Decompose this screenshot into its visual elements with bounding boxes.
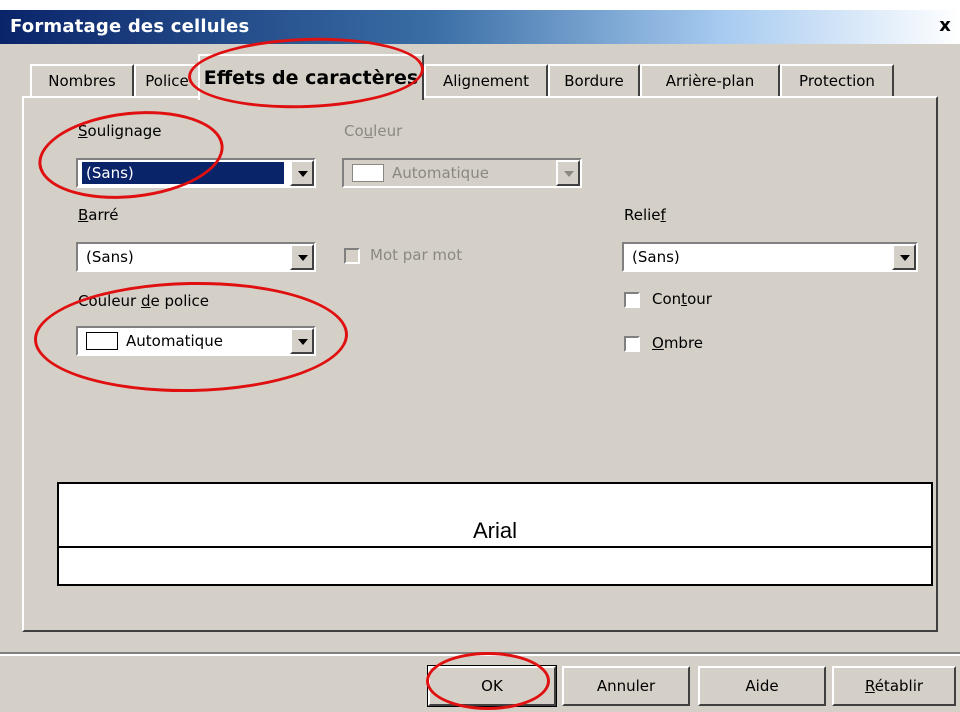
font-color-select[interactable]: Automatique bbox=[76, 326, 316, 356]
underline-select[interactable]: (Sans) bbox=[76, 158, 316, 188]
underline-dropdown-button[interactable] bbox=[290, 160, 314, 186]
outline-label: Contour bbox=[652, 290, 712, 308]
underline-color-select[interactable]: Automatique bbox=[342, 158, 582, 188]
title-bar: Formatage des cellules x bbox=[0, 0, 960, 44]
help-button[interactable]: Aide bbox=[698, 666, 826, 706]
chevron-down-icon bbox=[564, 171, 574, 177]
relief-dropdown-button[interactable] bbox=[892, 244, 916, 270]
chevron-down-icon bbox=[298, 171, 308, 177]
word-by-word-checkbox[interactable] bbox=[344, 248, 360, 264]
shadow-checkbox[interactable] bbox=[624, 336, 640, 352]
tab-nombres[interactable]: Nombres bbox=[30, 64, 134, 97]
font-color-dropdown-button[interactable] bbox=[290, 328, 314, 354]
font-color-label: Couleur de police bbox=[78, 292, 210, 310]
tab-bordure[interactable]: Bordure bbox=[548, 64, 640, 97]
preview-text: Arial bbox=[470, 518, 519, 543]
underline-color-value: Automatique bbox=[392, 164, 489, 182]
outline-checkbox[interactable] bbox=[624, 292, 640, 308]
color-swatch bbox=[86, 332, 118, 350]
underline-select-value: (Sans) bbox=[81, 161, 285, 185]
window-title: Formatage des cellules bbox=[10, 16, 250, 37]
strikethrough-select[interactable]: (Sans) bbox=[76, 242, 316, 272]
underline-color-dropdown-button[interactable] bbox=[556, 160, 580, 186]
underline-color-label: Couleur bbox=[344, 122, 403, 140]
tab-effets-de-caracteres[interactable]: Effets de caractères bbox=[198, 54, 424, 100]
tab-police[interactable]: Police bbox=[134, 64, 200, 97]
tab-alignement[interactable]: Alignement bbox=[424, 64, 548, 97]
preview-box: Arial bbox=[57, 482, 933, 586]
strikethrough-dropdown-button[interactable] bbox=[290, 244, 314, 270]
chevron-down-icon bbox=[900, 255, 910, 261]
relief-select-value: (Sans) bbox=[632, 248, 680, 266]
cancel-button[interactable]: Annuler bbox=[562, 666, 690, 706]
relief-label: Relief bbox=[624, 206, 666, 224]
strikethrough-select-value: (Sans) bbox=[86, 248, 134, 266]
preview-baseline bbox=[59, 546, 931, 548]
chevron-down-icon bbox=[298, 339, 308, 345]
tab-protection[interactable]: Protection bbox=[780, 64, 894, 97]
color-swatch bbox=[352, 164, 384, 182]
underline-label: Soulignage bbox=[78, 122, 162, 140]
ok-button[interactable]: OK bbox=[427, 665, 557, 707]
tab-arriere-plan[interactable]: Arrière-plan bbox=[640, 64, 780, 97]
shadow-label: Ombre bbox=[652, 334, 704, 352]
font-color-value: Automatique bbox=[126, 332, 223, 350]
relief-select[interactable]: (Sans) bbox=[622, 242, 918, 272]
close-button[interactable]: x bbox=[934, 14, 956, 38]
strikethrough-label: Barré bbox=[78, 206, 119, 224]
chevron-down-icon bbox=[298, 255, 308, 261]
reset-button[interactable]: Rétablir bbox=[832, 666, 956, 706]
word-by-word-label: Mot par mot bbox=[370, 246, 463, 264]
footer-separator bbox=[0, 652, 960, 656]
